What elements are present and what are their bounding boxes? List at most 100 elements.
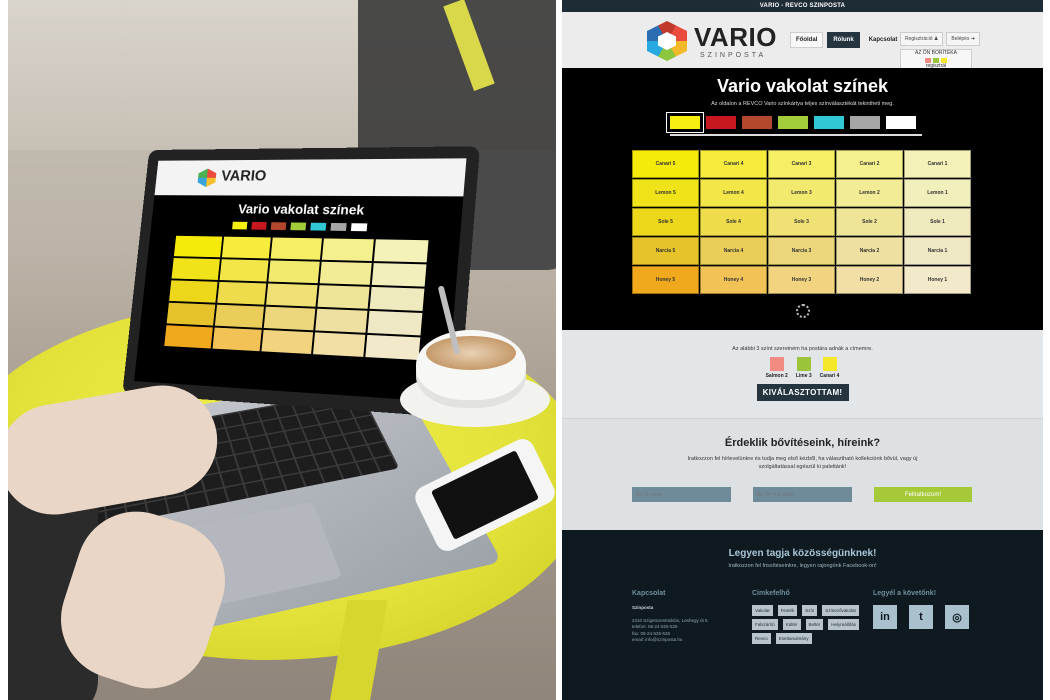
- brand-name[interactable]: VARIO: [694, 24, 777, 50]
- arrow-right-icon: ➔: [970, 36, 976, 42]
- tag-item[interactable]: Vakolat: [752, 605, 773, 616]
- newsletter-title: Érdeklik bővítéseink, híreink?: [724, 437, 881, 449]
- page-title: Vario vakolat színek: [716, 76, 889, 96]
- composite-image: VARIO Vario vakolat színek VARIO - REVCO…: [0, 0, 1050, 700]
- register-button[interactable]: Regisztráció ♟: [900, 32, 944, 46]
- color-cell[interactable]: Honey 3: [768, 266, 835, 294]
- envelope-label: AZ ÖN BORÍTÉKA: [915, 50, 957, 56]
- mini-swatch: [251, 221, 267, 230]
- subscribe-button[interactable]: Feliratkozom!: [874, 487, 972, 502]
- tag-item[interactable]: Színezővakolat: [822, 605, 859, 616]
- mini-cell: [266, 283, 318, 307]
- color-cell[interactable]: Honey 5: [632, 266, 699, 294]
- color-cell[interactable]: Lemon 2: [836, 179, 903, 207]
- color-cell[interactable]: Lemon 5: [632, 179, 699, 207]
- tag-item[interactable]: Beltér: [805, 619, 824, 630]
- color-cell[interactable]: Honey 4: [700, 266, 767, 294]
- loading-spinner-icon: [796, 304, 810, 318]
- mini-cell: [268, 260, 320, 284]
- color-cell[interactable]: Lemon 4: [700, 179, 767, 207]
- mini-cell: [212, 327, 262, 352]
- color-family-swatch[interactable]: [706, 116, 736, 129]
- login-label: Belépés: [951, 36, 970, 42]
- selected-color-swatch: [822, 357, 837, 371]
- color-cell[interactable]: Sole 1: [904, 208, 971, 236]
- footer-title: Legyen tagja közösségünknek!: [728, 548, 877, 559]
- color-cell[interactable]: Canari 4: [700, 150, 767, 178]
- color-cell[interactable]: Sole 3: [768, 208, 835, 236]
- color-family-swatch[interactable]: [742, 116, 772, 129]
- login-button[interactable]: Belépés ➔: [946, 32, 981, 46]
- top-bar: VARIO - REVCO SZINPOSTA: [562, 0, 1043, 12]
- color-cell[interactable]: Narcia 3: [768, 237, 835, 265]
- contact-title: Kapcsolat: [632, 590, 666, 597]
- mini-cell: [261, 329, 313, 355]
- mini-swatch: [232, 221, 248, 230]
- contact-column: Kapcsolat Szinposta 2310 Szigetszentmikl…: [632, 590, 709, 644]
- mini-cell: [221, 236, 272, 259]
- twitter-icon[interactable]: t: [909, 605, 933, 629]
- color-cell[interactable]: Sole 2: [836, 208, 903, 236]
- instagram-icon[interactable]: ◎: [945, 605, 969, 629]
- color-cell[interactable]: Canari 5: [632, 150, 699, 178]
- tag-item[interactable]: Helyreállítás: [828, 619, 860, 630]
- mini-cell: [319, 261, 373, 285]
- color-cell[interactable]: Sole 5: [632, 208, 699, 236]
- color-cell[interactable]: Narcia 5: [632, 237, 699, 265]
- color-cell[interactable]: Sole 4: [700, 208, 767, 236]
- color-family-swatch[interactable]: [814, 116, 844, 129]
- linkedin-icon[interactable]: in: [873, 605, 897, 629]
- newsletter-form: Feliratkozom!: [632, 487, 972, 502]
- color-cell[interactable]: Narcia 2: [836, 237, 903, 265]
- tags-column: Cimkefelhő Vakolat Festék Szín Színezővakol…: [752, 590, 872, 644]
- tag-item[interactable]: Revco: [752, 633, 771, 644]
- color-cell[interactable]: Honey 1: [904, 266, 971, 294]
- tags-title: Cimkefelhő: [752, 590, 790, 597]
- mini-swatch: [310, 222, 327, 231]
- nav-about[interactable]: Rólunk: [827, 32, 860, 48]
- nav-home[interactable]: Főoldal: [790, 32, 824, 48]
- mini-cell: [169, 280, 218, 303]
- mini-cell: [166, 302, 215, 326]
- nav-contact[interactable]: Kapcsolat: [864, 33, 903, 47]
- tag-item[interactable]: Falszárító: [752, 619, 778, 630]
- color-cell[interactable]: Narcia 1: [904, 237, 971, 265]
- main-nav: Főoldal Rólunk Kapcsolat: [790, 32, 902, 48]
- register-label: Regisztráció: [905, 36, 933, 42]
- brand-subtitle: SZINPOSTA: [700, 52, 767, 59]
- envelope-widget[interactable]: AZ ÖN BORÍTÉKA regisztrál: [900, 49, 972, 69]
- selected-color-chip[interactable]: Lime 3: [796, 357, 812, 379]
- color-cell[interactable]: Canari 2: [836, 150, 903, 178]
- contact-email[interactable]: email: info@szinposta.hu: [632, 637, 709, 644]
- mini-cell: [315, 308, 368, 333]
- color-cell[interactable]: Lemon 1: [904, 179, 971, 207]
- email-input[interactable]: [753, 487, 852, 502]
- tag-item[interactable]: Esettanulmány: [775, 633, 812, 644]
- tag-item[interactable]: Kültér: [782, 619, 801, 630]
- tag-item[interactable]: Szín: [802, 605, 818, 616]
- selected-color-chip[interactable]: Canari 4: [819, 357, 840, 379]
- name-input[interactable]: [632, 487, 731, 502]
- color-family-swatch[interactable]: [666, 112, 704, 133]
- social-title: Legyél a követőnk!: [873, 590, 937, 597]
- color-cell[interactable]: Honey 2: [836, 266, 903, 294]
- selected-color-label: Canari 4: [819, 373, 840, 379]
- mini-cell: [219, 259, 269, 282]
- mini-cell: [173, 235, 222, 258]
- color-family-swatch[interactable]: [886, 116, 916, 129]
- tag-item[interactable]: Festék: [777, 605, 798, 616]
- header: VARIO SZINPOSTA Főoldal Rólunk Kapcsolat…: [562, 12, 1043, 69]
- color-cell[interactable]: Narcia 4: [700, 237, 767, 265]
- color-grid: Canari 5 Canari 4 Canari 3 Canari 2 Canari 1…: [632, 150, 971, 294]
- color-family-swatch[interactable]: [778, 116, 808, 129]
- newsletter-description: Iratkozzon fel hírlevelünkre és tudja me…: [687, 456, 918, 470]
- selected-color-chip[interactable]: Salmon 2: [766, 357, 788, 379]
- color-family-swatch[interactable]: [850, 116, 880, 129]
- color-cell[interactable]: Canari 3: [768, 150, 835, 178]
- coffee-cup: [416, 330, 526, 400]
- footer: Legyen tagja közösségünknek! Iratkozzon …: [562, 530, 1043, 700]
- submit-selection-button[interactable]: KIVÁLASZTOTTAM!: [756, 384, 849, 401]
- color-cell[interactable]: Lemon 3: [768, 179, 835, 207]
- color-cell[interactable]: Canari 1: [904, 150, 971, 178]
- vario-logo-icon[interactable]: [647, 21, 687, 61]
